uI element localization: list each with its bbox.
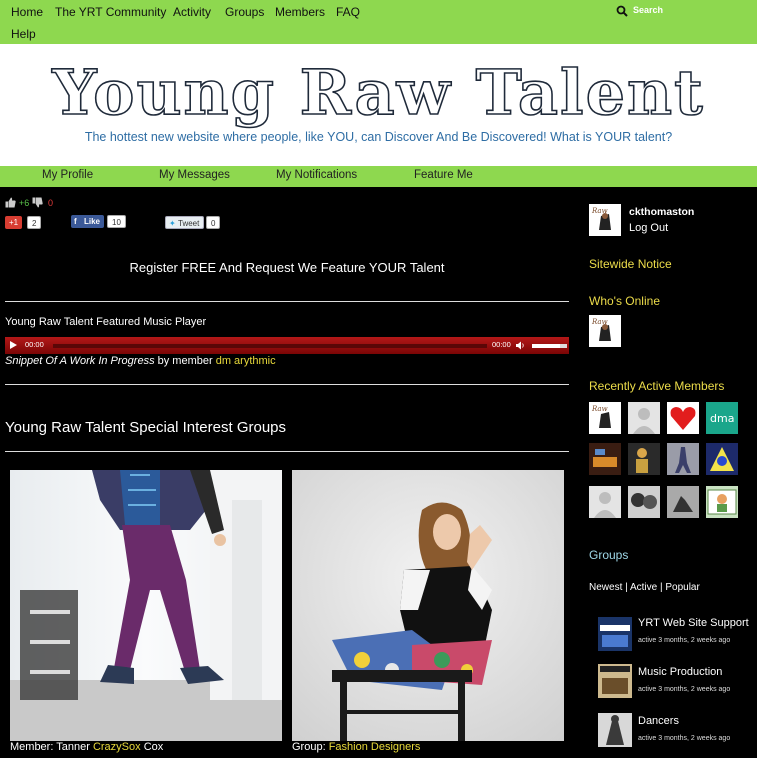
group-avatar[interactable]	[598, 713, 632, 747]
divider	[5, 451, 569, 452]
play-icon[interactable]	[10, 341, 17, 349]
thumbs-up-icon[interactable]	[5, 197, 16, 208]
thumbs-down-icon[interactable]	[32, 197, 43, 208]
track-member-link[interactable]: dm arythmic	[216, 355, 276, 367]
facebook-like-button[interactable]: f Like	[71, 215, 105, 228]
nav-home[interactable]: Home	[11, 5, 43, 19]
player-current-time: 00:00	[25, 340, 44, 349]
member-avatar[interactable]	[628, 486, 660, 518]
track-info: Snippet Of A Work In Progress by member …	[5, 355, 276, 367]
search-placeholder: Search	[633, 5, 664, 15]
register-cta[interactable]: Register FREE And Request We Feature YOU…	[5, 260, 569, 275]
dma-avatar-label: dma	[710, 412, 734, 425]
nav-my-notifications[interactable]: My Notifications	[276, 169, 357, 181]
divider	[5, 301, 569, 302]
group-activity: active 3 months, 2 weeks ago	[638, 735, 731, 742]
nav-my-messages[interactable]: My Messages	[159, 169, 230, 181]
filter-separator: |	[622, 582, 630, 593]
player-progress-bar[interactable]	[53, 344, 487, 348]
group-avatar[interactable]	[598, 617, 632, 651]
filter-popular[interactable]: Popular	[665, 582, 699, 593]
top-navigation: Home The YRT Community Activity Groups M…	[0, 0, 757, 44]
filter-active[interactable]: Active	[630, 582, 657, 593]
member-avatar[interactable]	[706, 443, 738, 475]
member-avatar[interactable]	[706, 486, 738, 518]
featured-group-photo[interactable]	[292, 470, 564, 741]
nav-members[interactable]: Members	[275, 5, 325, 19]
nav-activity[interactable]: Activity	[173, 5, 211, 19]
current-username[interactable]: ckthomaston	[629, 206, 694, 218]
music-player-label: Young Raw Talent Featured Music Player	[5, 316, 207, 328]
logout-link[interactable]: Log Out	[629, 222, 668, 234]
divider	[5, 384, 569, 385]
nav-yrt-community[interactable]: The YRT Community	[55, 5, 166, 19]
member-avatar[interactable]	[628, 402, 660, 434]
featured-member-caption: Member: Tanner CrazySox Cox	[10, 741, 163, 753]
featured-member-photo[interactable]	[10, 470, 282, 741]
group-link[interactable]: Fashion Designers	[329, 741, 421, 753]
member-avatar[interactable]	[667, 486, 699, 518]
likes-count: +6	[19, 198, 30, 208]
track-title: Snippet Of A Work In Progress	[5, 355, 155, 367]
section-title: Young Raw Talent Special Interest Groups	[5, 419, 287, 436]
nav-faq[interactable]: FAQ	[336, 5, 360, 19]
tweet-label: Tweet	[178, 219, 200, 228]
online-member-avatar[interactable]: Raw	[589, 315, 621, 347]
nav-feature-me[interactable]: Feature Me	[414, 169, 473, 181]
member-link[interactable]: CrazySox	[93, 741, 141, 753]
google-plus-count: 2	[27, 216, 42, 229]
nav-help[interactable]: Help	[11, 27, 36, 41]
group-activity: active 3 months, 2 weeks ago	[638, 637, 731, 644]
caption-prefix: Group:	[292, 741, 329, 753]
search-icon	[616, 5, 628, 17]
whos-online-heading: Who's Online	[589, 294, 660, 308]
group-name[interactable]: Dancers	[638, 715, 679, 727]
google-plus-button[interactable]: +1	[5, 216, 23, 229]
member-avatar[interactable]	[667, 443, 699, 475]
nav-groups[interactable]: Groups	[225, 5, 264, 19]
member-avatar[interactable]: Raw	[589, 402, 621, 434]
volume-slider[interactable]	[532, 344, 567, 348]
site-tagline: The hottest new website where people, li…	[84, 130, 673, 144]
google-plus-label: +1	[9, 218, 19, 227]
player-total-time: 00:00	[492, 340, 511, 349]
svg-text:Raw: Raw	[591, 405, 608, 413]
group-name[interactable]: YRT Web Site Support	[638, 617, 749, 629]
member-avatar[interactable]	[589, 443, 621, 475]
group-name[interactable]: Music Production	[638, 666, 722, 678]
member-avatar[interactable]	[628, 443, 660, 475]
facebook-like-label: Like	[84, 217, 101, 226]
track-by: by member	[154, 355, 216, 367]
recently-active-heading: Recently Active Members	[589, 379, 725, 393]
volume-icon[interactable]	[516, 341, 525, 350]
tweet-button[interactable]: ✦ Tweet	[165, 216, 205, 229]
filter-newest[interactable]: Newest	[589, 582, 622, 593]
volume-level	[532, 344, 560, 348]
audio-player: 00:00 00:00	[5, 337, 569, 354]
member-navigation: My Profile My Messages My Notifications …	[0, 166, 757, 187]
caption-suffix: Cox	[140, 741, 164, 753]
member-avatar[interactable]	[667, 402, 699, 434]
member-avatar[interactable]: dma	[706, 402, 738, 434]
current-user-avatar[interactable]: Raw	[589, 204, 621, 236]
facebook-icon: f	[74, 217, 77, 226]
tweet-count: 0	[206, 216, 221, 229]
caption-prefix: Member: Tanner	[10, 741, 93, 753]
site-header: Young Raw Talent The hottest new website…	[0, 44, 757, 166]
groups-heading: Groups	[589, 548, 629, 562]
sitewide-notice-heading: Sitewide Notice	[589, 257, 672, 271]
member-avatar[interactable]	[589, 486, 621, 518]
nav-my-profile[interactable]: My Profile	[42, 169, 93, 181]
group-activity: active 3 months, 2 weeks ago	[638, 686, 731, 693]
group-avatar[interactable]	[598, 664, 632, 698]
featured-group-caption: Group: Fashion Designers	[292, 741, 420, 753]
dislikes-count: 0	[48, 198, 54, 208]
twitter-icon: ✦	[169, 219, 176, 228]
groups-filter: Newest | Active | Popular	[589, 582, 700, 593]
site-logo[interactable]: Young Raw Talent	[0, 57, 757, 129]
search-input[interactable]: Search	[611, 3, 757, 20]
facebook-like-count: 10	[107, 215, 126, 228]
